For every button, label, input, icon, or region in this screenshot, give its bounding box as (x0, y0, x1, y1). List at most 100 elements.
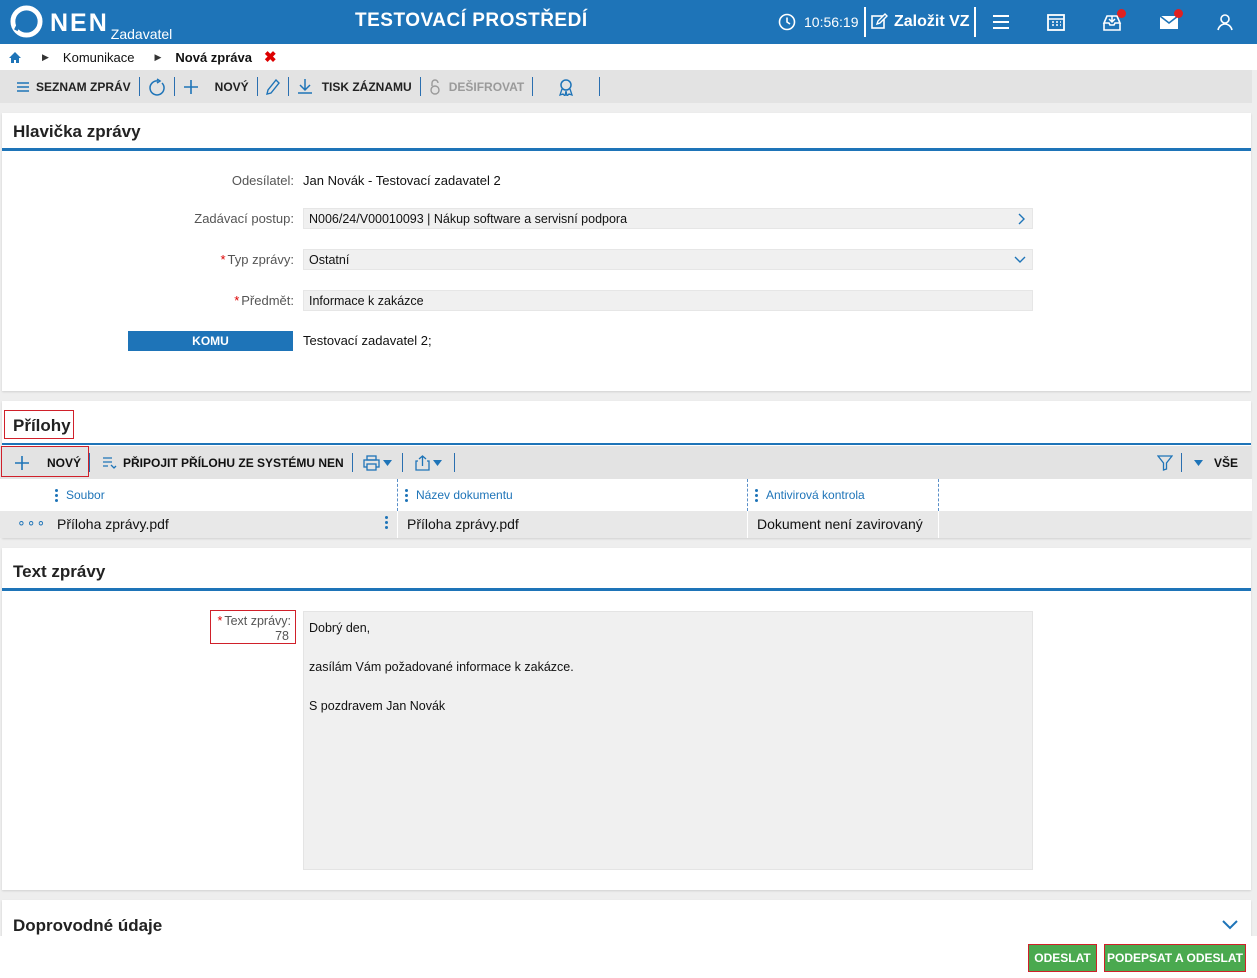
print-menu-button[interactable] (355, 446, 400, 479)
home-icon[interactable] (8, 51, 22, 64)
refresh-button[interactable] (142, 70, 172, 103)
toolbar-separator (419, 77, 421, 96)
row-actions-icon[interactable]: ∘∘∘ (17, 514, 46, 531)
subject-row: * Předmět: Informace k zakázce (2, 289, 1251, 311)
breadcrumb: ▶ Komunikace ▶ Nová zpráva ✖ (0, 44, 1257, 70)
edit-button[interactable] (260, 70, 286, 103)
filter-button[interactable] (1151, 446, 1179, 479)
cell-antivirus: Dokument není zavirovaný (757, 516, 923, 532)
print-record-label: TISK ZÁZNAMU (321, 79, 412, 94)
procedure-value: N006/24/V00010093 | Nákup software a ser… (309, 211, 628, 226)
inbox-icon[interactable] (1101, 9, 1126, 33)
attach-from-nen-button[interactable]: PŘIPOJIT PŘÍLOHU ZE SYSTÉMU NEN (92, 446, 350, 479)
attachments-title-highlight (4, 410, 74, 439)
menu-icon[interactable] (990, 11, 1012, 33)
attach-from-nen-label: PŘIPOJIT PŘÍLOHU ZE SYSTÉMU NEN (123, 455, 344, 470)
toolbar-separator (89, 453, 91, 472)
breadcrumb-arrow-icon: ▶ (42, 51, 49, 62)
new-message-button[interactable]: NOVÝ (177, 70, 255, 103)
row-menu-icon[interactable] (385, 516, 388, 529)
row-cell-divider (747, 511, 748, 538)
nen-logo[interactable]: NEN Zadavatel (10, 5, 172, 42)
section-divider (2, 148, 1251, 151)
message-type-select[interactable]: Ostatní (303, 249, 1033, 270)
breadcrumb-item-komunikace[interactable]: Komunikace (63, 50, 135, 65)
accompanying-panel[interactable]: Doprovodné údaje (2, 900, 1251, 940)
column-header-document-name[interactable]: Název dokumentu (405, 479, 513, 511)
column-header-antivirus[interactable]: Antivirová kontrola (755, 479, 865, 511)
section-divider (2, 443, 1251, 445)
close-tab-icon[interactable]: ✖ (264, 48, 277, 66)
award-icon (557, 78, 575, 96)
column-divider (397, 479, 398, 511)
view-filter-select[interactable]: VŠE (1184, 446, 1252, 479)
mail-icon[interactable] (1158, 9, 1183, 33)
table-row[interactable]: ∘∘∘ Příloha zprávy.pdf Příloha zprávy.pd… (0, 511, 1252, 538)
message-list-label: SEZNAM ZPRÁV (36, 79, 131, 94)
section-divider (2, 588, 1251, 591)
chevron-down-icon[interactable] (1014, 255, 1026, 265)
role-label: Zadavatel (110, 26, 173, 42)
session-clock: 10:56:19 (778, 13, 859, 31)
recipients-value: Testovací zadavatel 2; (303, 333, 432, 348)
certificate-button[interactable] (535, 70, 597, 103)
message-line: zasílám Vám požadované informace k zakáz… (309, 660, 574, 674)
message-list-button[interactable]: SEZNAM ZPRÁV (0, 70, 137, 103)
new-message-label: NOVÝ (214, 79, 249, 94)
subject-label: * Předmět: (234, 292, 294, 308)
edit-icon (870, 13, 888, 31)
add-attachment-highlight (1, 446, 89, 477)
toolbar-separator (1180, 453, 1182, 472)
environment-title: TESTOVACÍ PROSTŘEDÍ (355, 10, 588, 31)
column-menu-icon[interactable] (755, 488, 758, 502)
toolbar-separator (287, 77, 289, 96)
toolbar-separator (401, 453, 403, 472)
toolbar-separator (138, 77, 140, 96)
subject-input[interactable]: Informace k zakázce (303, 290, 1033, 311)
procedure-field[interactable]: N006/24/V00010093 | Nákup software a ser… (303, 208, 1033, 229)
caret-down-icon (432, 459, 442, 466)
user-icon[interactable] (1214, 11, 1236, 33)
refresh-icon (148, 77, 166, 96)
decrypt-label: DEŠIFROVAT (448, 79, 525, 94)
message-type-label: * Typ zprávy: (220, 251, 294, 267)
cell-document-name: Příloha zprávy.pdf (407, 516, 519, 532)
export-menu-button[interactable] (405, 446, 452, 479)
sender-row: Odesílatel: Jan Novák - Testovací zadava… (2, 169, 1251, 191)
clock-time: 10:56:19 (804, 14, 859, 30)
send-button[interactable]: ODESLAT (1028, 944, 1097, 972)
chevron-down-icon[interactable] (1221, 919, 1239, 931)
chevron-right-icon[interactable] (1016, 213, 1026, 225)
to-button[interactable]: KOMU (128, 331, 293, 351)
toolbar-separator (532, 77, 534, 96)
column-header-file[interactable]: Soubor (55, 479, 105, 511)
download-icon (297, 78, 313, 95)
calendar-icon[interactable] (1045, 11, 1067, 33)
toolbar-separator (173, 77, 175, 96)
clock-icon (778, 13, 796, 31)
char-count: 78 (275, 629, 289, 643)
row-cell-divider (938, 511, 939, 538)
create-vz-button[interactable]: Založit VZ (864, 7, 976, 37)
message-text-label-box: * Text zprávy: 78 (210, 610, 296, 644)
plus-icon (183, 79, 199, 95)
lock-icon (429, 78, 441, 95)
procedure-label: Zadávací postup: (194, 210, 294, 226)
message-type-row: * Typ zprávy: Ostatní (2, 248, 1251, 270)
decrypt-button[interactable]: DEŠIFROVAT (423, 70, 531, 103)
accompanying-title: Doprovodné údaje (13, 916, 163, 935)
mail-notification-badge (1174, 9, 1183, 18)
view-filter-label: VŠE (1213, 455, 1238, 470)
column-menu-icon[interactable] (55, 488, 58, 502)
message-line: Dobrý den, (309, 621, 371, 635)
filter-icon (1156, 454, 1173, 471)
sign-and-send-button[interactable]: PODEPSAT A ODESLAT (1104, 944, 1246, 972)
cell-file[interactable]: Příloha zprávy.pdf (57, 516, 169, 532)
logo-text: NEN (50, 9, 109, 37)
column-menu-icon[interactable] (405, 488, 408, 502)
print-record-button[interactable]: TISK ZÁZNAMU (291, 70, 418, 103)
message-text-area[interactable]: Dobrý den, zasílám Vám požadované inform… (303, 611, 1033, 870)
top-bar: NEN Zadavatel TESTOVACÍ PROSTŘEDÍ 10:56:… (0, 0, 1257, 44)
breadcrumb-item-current[interactable]: Nová zpráva (175, 50, 252, 65)
toolbar-separator (599, 77, 601, 96)
